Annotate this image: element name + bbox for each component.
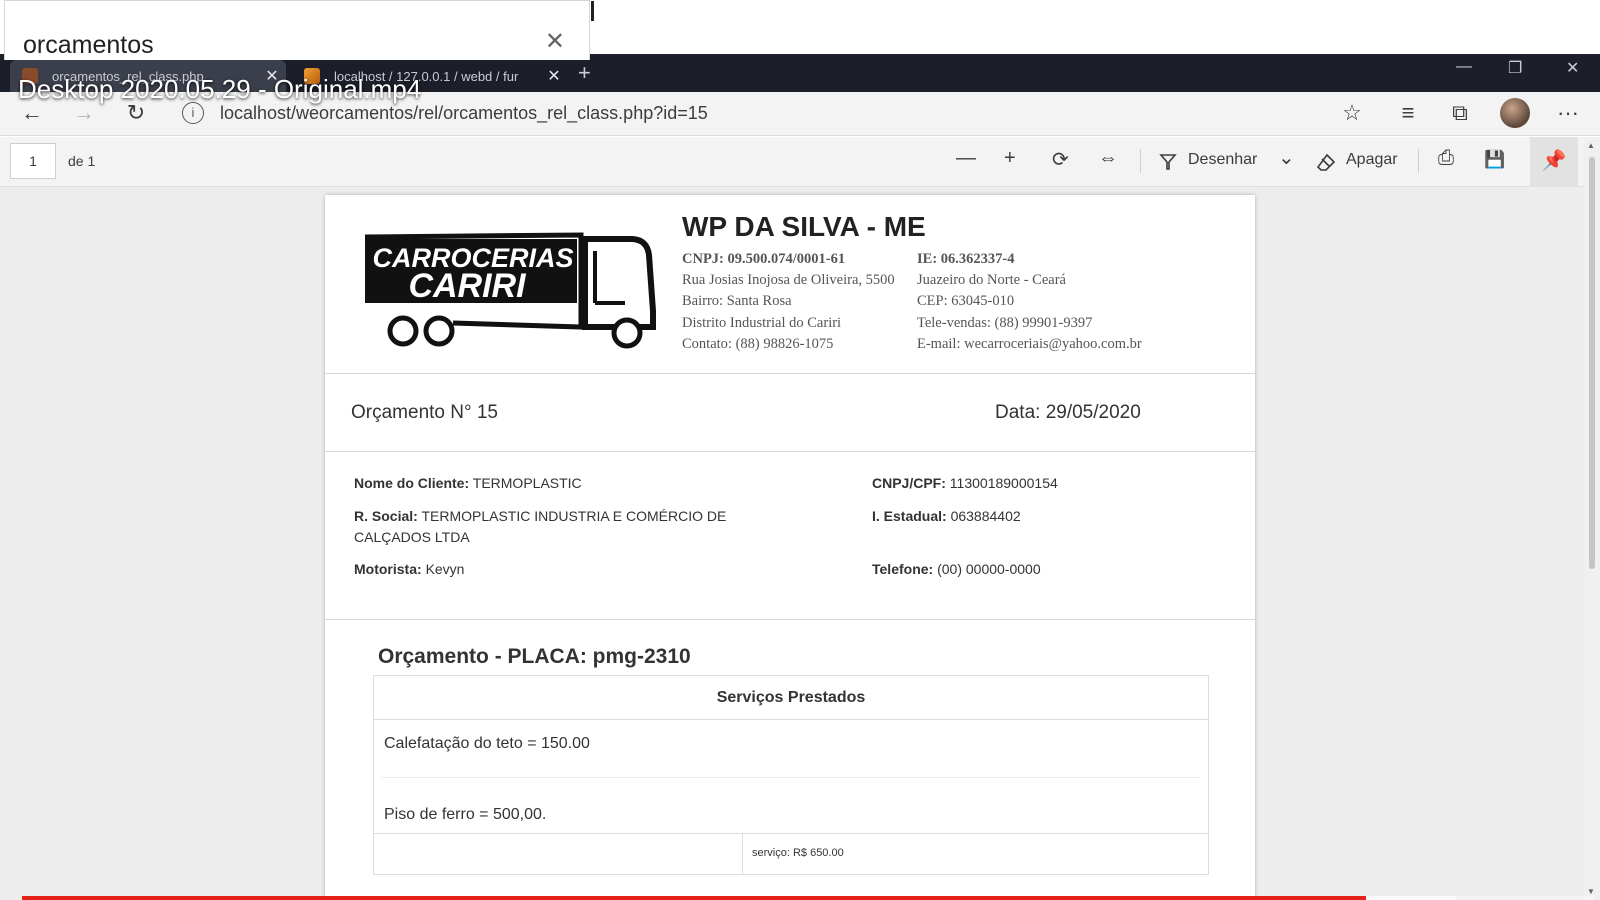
scrollbar[interactable]: ▲ ▼ [1584, 137, 1600, 900]
service-row: Calefatação do teto = 150.00 [374, 720, 1208, 778]
rotate-icon[interactable]: ⟳ [1052, 147, 1069, 172]
tab-close-icon[interactable]: ✕ [540, 66, 568, 86]
chevron-down-icon[interactable]: ⌄ [1278, 145, 1295, 170]
services-total: serviço: R$ 650.00 [752, 847, 844, 859]
cnpj: CNPJ: 09.500.074/0001-61 [682, 251, 846, 267]
divider [325, 619, 1255, 620]
telefone-field: Telefone: (00) 00000-0000 [872, 561, 1041, 577]
placa-title: Orçamento - PLACA: pmg-2310 [378, 645, 691, 668]
toolbar-divider [1418, 149, 1419, 173]
logo-text-bottom: CARIRI [408, 267, 527, 305]
zoom-in-icon[interactable]: + [1004, 147, 1016, 170]
url-field[interactable]: localhost/weorcamentos/rel/orcamentos_re… [220, 103, 708, 124]
company-logo: CARROCERIAS CARIRI [364, 232, 656, 349]
video-progress-played [22, 896, 1366, 900]
pin-icon[interactable]: 📌 [1530, 137, 1578, 187]
cnpjcpf-field: CNPJ/CPF: 11300189000154 [872, 475, 1058, 491]
company-name: WP DA SILVA - ME [682, 211, 926, 242]
draw-button[interactable]: Desenhar [1188, 151, 1257, 169]
distrito: Distrito Industrial do Cariri [682, 315, 842, 331]
search-close-icon[interactable]: ✕ [545, 27, 565, 56]
pdf-page: CARROCERIAS CARIRI WP DA SILVA - ME CNPJ… [325, 195, 1255, 900]
more-icon[interactable]: ··· [1554, 100, 1582, 126]
cep: CEP: 63045-010 [917, 293, 1015, 309]
city: Juazeiro do Norte - Ceará [917, 272, 1066, 288]
screen: orcamentos_rel_class.php ✕ localhost / 1… [0, 0, 1600, 900]
cliente-field: Nome do Cliente: TERMOPLASTIC [354, 475, 582, 491]
contato: Contato: (88) 98826-1075 [682, 336, 834, 352]
eraser-icon[interactable] [1316, 152, 1336, 172]
video-progress-bar[interactable] [22, 896, 1594, 900]
restore-button[interactable]: ❐ [1508, 58, 1522, 78]
scroll-thumb[interactable] [1589, 157, 1595, 569]
services-table: Serviços Prestados Calefatação do teto =… [373, 675, 1209, 875]
avatar[interactable] [1500, 98, 1530, 128]
divider [325, 373, 1255, 374]
page-count: de 1 [68, 153, 96, 169]
save-icon[interactable]: 💾 [1484, 150, 1505, 170]
cell-divider [742, 834, 743, 874]
scroll-down-icon[interactable]: ▼ [1587, 887, 1595, 896]
service-row: Piso de ferro = 500,00. [374, 778, 1208, 834]
star-icon[interactable]: ☆ [1338, 100, 1366, 126]
zoom-out-icon[interactable]: — [956, 147, 976, 170]
services-total-row: serviço: R$ 650.00 [374, 834, 1208, 874]
video-title: Desktop 2020.05.29 - Original.mp4 [18, 74, 422, 104]
minimize-button[interactable]: — [1456, 58, 1472, 76]
orcamento-date: Data: 29/05/2020 [995, 402, 1141, 423]
new-tab-button[interactable]: + [578, 60, 591, 86]
motorista-field: Motorista: Kevyn [354, 561, 465, 577]
orcamento-number: Orçamento N° 15 [351, 402, 498, 423]
email: E-mail: wecarroceriais@yahoo.com.br [917, 336, 1142, 352]
video-progress-buffered [1366, 896, 1456, 900]
services-header: Serviços Prestados [374, 676, 1208, 720]
search-query[interactable]: orcamentos [23, 31, 154, 60]
collections-icon[interactable]: ⧉ [1446, 100, 1474, 126]
favorites-icon[interactable]: ≡ [1394, 100, 1422, 126]
erase-button[interactable]: Apagar [1346, 151, 1398, 169]
inscricao-estadual: IE: 06.362337-4 [917, 251, 1015, 267]
divider [325, 451, 1255, 452]
bairro: Bairro: Santa Rosa [682, 293, 792, 309]
search-card: orcamentos ✕ [4, 0, 594, 60]
page-number-input[interactable]: 1 [10, 143, 56, 179]
iestadual-field: I. Estadual: 063884402 [872, 508, 1021, 524]
site-info-icon[interactable]: i [182, 102, 204, 124]
razao-social-field: R. Social: TERMOPLASTIC INDUSTRIA E COMÉ… [354, 508, 727, 545]
text-cursor [591, 1, 594, 21]
fit-page-icon[interactable]: ⇔ [1098, 147, 1118, 170]
toolbar-divider [1140, 149, 1141, 173]
window-close-button[interactable]: ✕ [1566, 58, 1579, 78]
print-icon[interactable]: ⎙ [1438, 147, 1454, 170]
address: Rua Josias Inojosa de Oliveira, 5500 [682, 272, 895, 288]
scroll-up-icon[interactable]: ▲ [1587, 141, 1595, 150]
draw-icon[interactable] [1158, 152, 1178, 172]
televendas: Tele-vendas: (88) 99901-9397 [917, 315, 1093, 331]
pdf-toolbar: 1 de 1 — + ⟳ ⇔ Desenhar ⌄ Apagar ⎙ 💾 📌 [0, 137, 1584, 187]
